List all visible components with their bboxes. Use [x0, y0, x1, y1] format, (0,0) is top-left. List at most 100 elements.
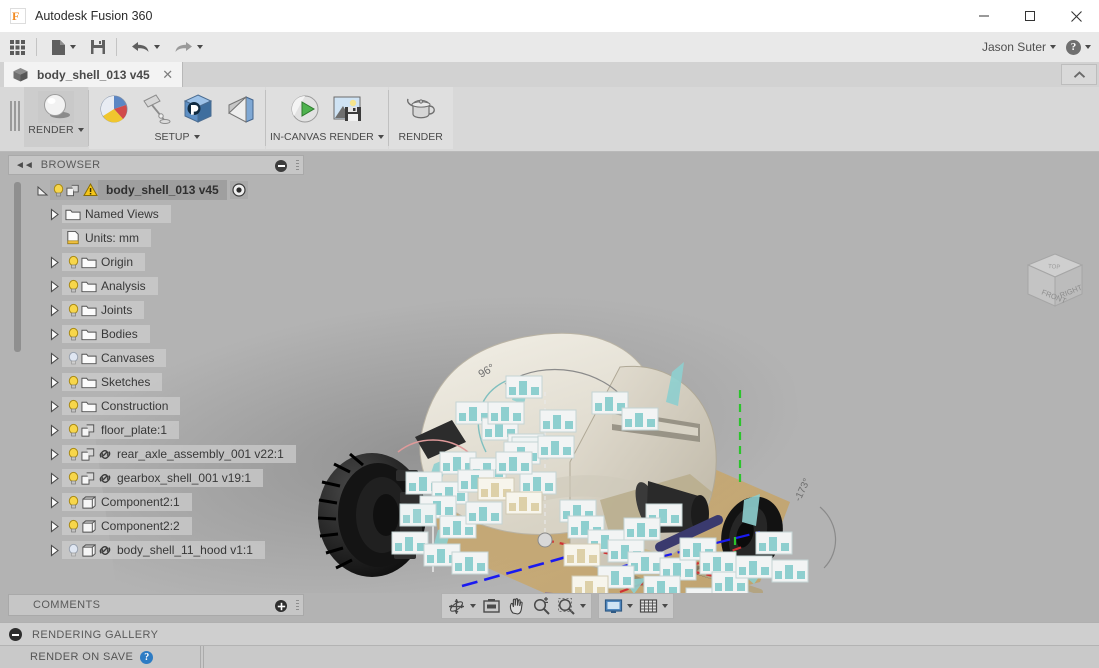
visibility-toggle-icon[interactable]: [65, 470, 81, 486]
grid-snaps-button[interactable]: [636, 595, 671, 617]
visibility-toggle-icon[interactable]: [65, 254, 81, 270]
rendering-gallery-header[interactable]: RENDERING GALLERY: [0, 622, 1099, 646]
tree-row-root[interactable]: body_shell_013 v45: [8, 178, 304, 202]
tree-row[interactable]: body_shell_11_hood v1:1: [8, 538, 304, 562]
tree-row[interactable]: rear_axle_assembly_001 v22:1: [8, 442, 304, 466]
root-visibility-icon[interactable]: [50, 182, 66, 198]
undo-arrow-icon: [132, 42, 149, 52]
collapse-browser-icon[interactable]: ◄◄: [15, 160, 34, 171]
tree-row[interactable]: gearbox_shell_001 v19:1: [8, 466, 304, 490]
tree-row[interactable]: floor_plate:1: [8, 418, 304, 442]
pan-button[interactable]: [504, 595, 529, 617]
document-tab[interactable]: body_shell_013 v45 ✕: [4, 62, 183, 87]
tree-row[interactable]: Named Views: [8, 202, 304, 226]
tree-row[interactable]: Origin: [8, 250, 304, 274]
visibility-toggle-icon[interactable]: [65, 518, 81, 534]
expand-twisty-icon[interactable]: [46, 302, 62, 318]
ribbon-grip[interactable]: [10, 101, 20, 131]
texture-map-controls-button[interactable]: [219, 90, 261, 128]
expand-root-icon[interactable]: [34, 182, 50, 198]
in-canvas-render-button[interactable]: [285, 90, 327, 128]
visibility-toggle-icon[interactable]: [65, 326, 81, 342]
capture-image-button[interactable]: [327, 90, 369, 128]
expand-twisty-icon[interactable]: [46, 254, 62, 270]
tree-row[interactable]: Bodies: [8, 322, 304, 346]
tree-row[interactable]: Joints: [8, 298, 304, 322]
expand-twisty-icon[interactable]: [46, 326, 62, 342]
expand-twisty-icon[interactable]: [46, 350, 62, 366]
ribbon-panel-setup: SETUP: [89, 87, 265, 149]
comments-resize-grip[interactable]: [296, 600, 299, 612]
visibility-toggle-icon[interactable]: [65, 374, 81, 390]
visibility-toggle-icon[interactable]: [65, 494, 81, 510]
expand-twisty-icon[interactable]: [46, 494, 62, 510]
expand-twisty-icon[interactable]: [46, 446, 62, 462]
in-canvas-render-icon: [291, 95, 319, 123]
expand-twisty-icon[interactable]: [46, 518, 62, 534]
collapse-ribbon-button[interactable]: [1061, 64, 1097, 85]
close-tab-icon[interactable]: ✕: [160, 67, 176, 83]
visibility-toggle-icon[interactable]: [65, 422, 81, 438]
show-data-panel-button[interactable]: [4, 34, 31, 60]
visibility-toggle-icon[interactable]: [65, 350, 81, 366]
user-menu-button[interactable]: Jason Suter: [982, 40, 1056, 54]
help-icon[interactable]: ?: [140, 650, 154, 664]
visibility-toggle-icon[interactable]: [65, 278, 81, 294]
undo-button[interactable]: [126, 34, 165, 60]
expand-twisty-icon[interactable]: [46, 542, 62, 558]
origin-point: [537, 532, 553, 548]
browser-scrollbar[interactable]: [14, 182, 21, 352]
browser-minimize-icon[interactable]: [275, 160, 287, 172]
render-button[interactable]: [393, 90, 449, 128]
visibility-toggle-icon[interactable]: [65, 398, 81, 414]
visibility-toggle-icon[interactable]: [65, 302, 81, 318]
visibility-toggle-icon[interactable]: [65, 446, 81, 462]
display-settings-button[interactable]: [601, 595, 636, 617]
add-comment-icon[interactable]: [275, 600, 287, 612]
root-node-label: body_shell_013 v45: [98, 180, 227, 200]
texture-map-controls-icon: [228, 95, 254, 123]
workspace-render-button[interactable]: RENDER: [24, 87, 88, 147]
expand-twisty-icon[interactable]: [46, 398, 62, 414]
gallery-collapse-icon[interactable]: [9, 628, 22, 641]
expand-twisty-icon[interactable]: [46, 374, 62, 390]
tree-row[interactable]: Analysis: [8, 274, 304, 298]
tree-row[interactable]: Component2:2: [8, 514, 304, 538]
redo-button[interactable]: [169, 34, 208, 60]
ribbon-toolbar: RENDER SETUP IN-CANVAS RENDER RENDER: [0, 87, 1099, 152]
tree-row[interactable]: Units: mm: [8, 226, 304, 250]
save-button[interactable]: [85, 34, 111, 60]
view-cube[interactable]: FRONT RIGHT TOP: [1018, 248, 1092, 318]
tree-row[interactable]: Construction: [8, 394, 304, 418]
comments-panel-header[interactable]: COMMENTS: [8, 594, 304, 616]
orbit-button[interactable]: [444, 595, 479, 617]
tree-row[interactable]: Sketches: [8, 370, 304, 394]
appearance-button[interactable]: [93, 90, 135, 128]
expand-twisty-icon[interactable]: [46, 206, 62, 222]
expand-twisty-icon: [46, 230, 62, 246]
tree-row[interactable]: Component2:1: [8, 490, 304, 514]
expand-twisty-icon[interactable]: [46, 278, 62, 294]
expand-twisty-icon[interactable]: [46, 422, 62, 438]
decal-button[interactable]: [177, 90, 219, 128]
workspace-label: RENDER: [28, 124, 74, 136]
fit-button[interactable]: [554, 595, 589, 617]
scene-settings-button[interactable]: [135, 90, 177, 128]
browser-resize-grip[interactable]: [296, 160, 299, 172]
root-activate-icon[interactable]: [229, 181, 248, 199]
visibility-toggle-icon[interactable]: [65, 542, 81, 558]
chevron-down-icon: [77, 128, 84, 132]
maximize-button[interactable]: [1007, 0, 1053, 32]
minimize-button[interactable]: [961, 0, 1007, 32]
file-menu-button[interactable]: [46, 34, 81, 60]
tree-row[interactable]: Canvases: [8, 346, 304, 370]
expand-twisty-icon[interactable]: [46, 470, 62, 486]
folder-icon: [81, 398, 97, 414]
close-button[interactable]: [1053, 0, 1099, 32]
look-at-button[interactable]: [479, 595, 504, 617]
help-menu-button[interactable]: ?: [1066, 39, 1091, 55]
tree-item-label: floor_plate:1: [101, 423, 168, 437]
document-tab-strip: body_shell_013 v45 ✕: [0, 62, 1099, 88]
browser-panel-header[interactable]: ◄◄ BROWSER: [8, 155, 304, 175]
zoom-button[interactable]: [529, 595, 554, 617]
